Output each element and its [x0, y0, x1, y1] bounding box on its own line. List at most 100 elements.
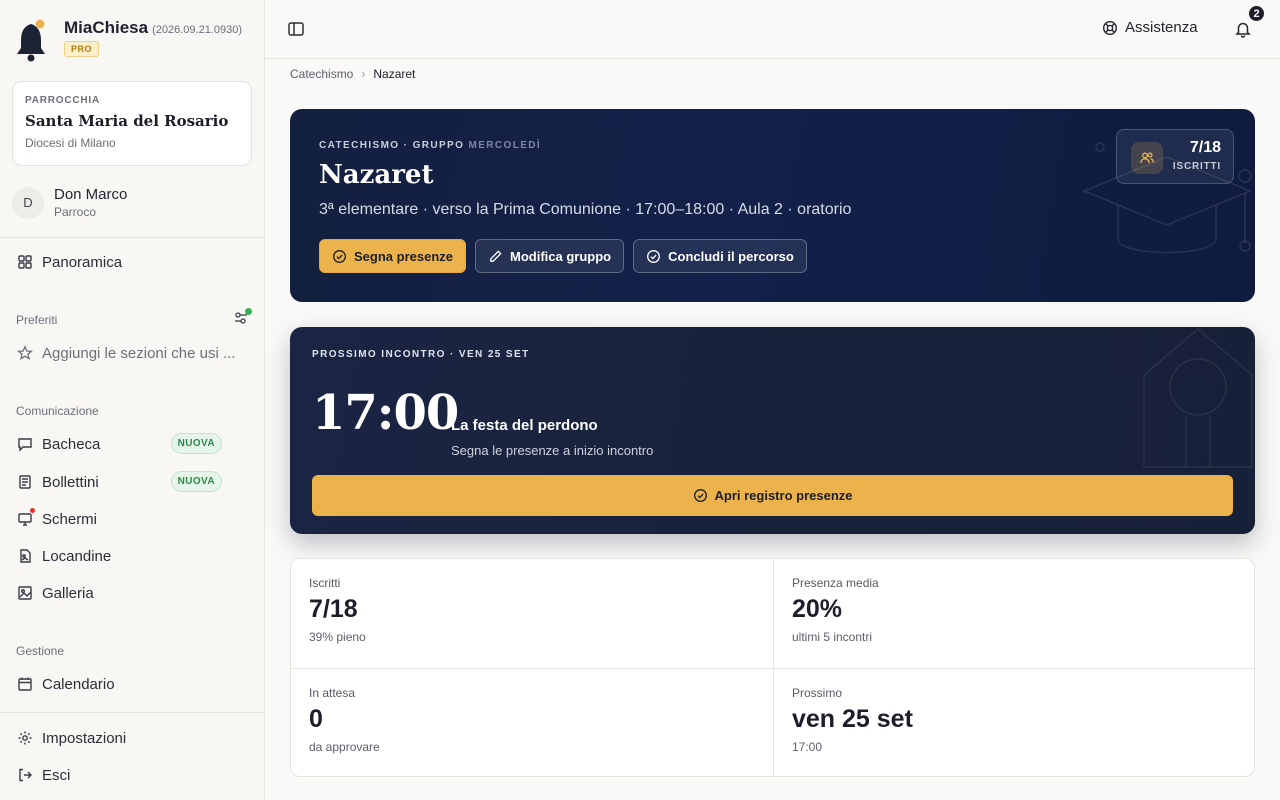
breadcrumb-current: Nazaret	[373, 67, 416, 81]
check-circle-icon	[693, 489, 707, 502]
user-profile[interactable]: D Don Marco Parroco	[12, 186, 127, 219]
next-meeting-subtitle: Segna le presenze a inizio incontro	[451, 443, 654, 458]
stat-value: 0	[309, 705, 323, 733]
favorites-heading: Preferiti	[16, 313, 58, 327]
new-badge: NUOVA	[170, 433, 222, 454]
monitor-icon	[16, 507, 36, 528]
sidebar-item-label: Panoramica	[42, 253, 123, 271]
breadcrumb-parent[interactable]: Catechismo	[290, 67, 353, 81]
message-icon	[16, 435, 34, 453]
stat-label: In attesa	[309, 686, 356, 700]
sidebar: MiaChiesa (2026.09.21.0930) PRO PARROCCHI…	[0, 0, 265, 800]
sidebar-divider	[0, 712, 264, 713]
newspaper-icon	[16, 473, 34, 491]
sidebar-item-label: Galleria	[42, 584, 94, 602]
calendar-icon	[16, 675, 34, 693]
finish-path-button[interactable]: Concludi il percorso	[633, 239, 807, 273]
button-label: Concludi il percorso	[668, 248, 794, 264]
stat-note: ultimi 5 incontri	[792, 630, 873, 644]
pencil-icon	[490, 249, 502, 262]
communication-heading: Comunicazione	[16, 404, 99, 418]
check-circle-icon	[647, 249, 661, 263]
logout-icon	[16, 766, 34, 784]
group-hero: CATECHISMO · GRUPPO MERCOLEDÌ Nazaret 3ª…	[290, 109, 1255, 302]
parish-card[interactable]: PARROCCHIA Santa Maria del Rosario Dioce…	[12, 81, 252, 166]
stat-note: da approvare	[309, 740, 380, 754]
parish-name: Santa Maria del Rosario	[25, 112, 229, 130]
favorites-add[interactable]: Aggiungi le sezioni che usi ...	[16, 341, 248, 365]
brand[interactable]: MiaChiesa (2026.09.21.0930) PRO	[14, 18, 242, 62]
users-icon	[1131, 142, 1163, 174]
enrolled-label: ISCRITTI	[1172, 161, 1221, 172]
sidebar-item-label: Bollettini	[42, 473, 99, 491]
group-title: Nazaret	[319, 160, 434, 190]
topbar: Assistenza 2	[265, 0, 1280, 59]
stat-value: ven 25 set	[792, 705, 913, 733]
status-dot	[245, 308, 252, 315]
sidebar-item-calendario[interactable]: Calendario	[16, 672, 248, 696]
sidebar-item-galleria[interactable]: Galleria	[16, 581, 248, 605]
gallery-icon	[16, 584, 34, 602]
sidebar-item-schermi[interactable]: Schermi	[16, 507, 248, 531]
open-attendance-register-button[interactable]: Apri registro presenze	[312, 475, 1233, 516]
sidebar-item-bacheca[interactable]: Bacheca NUOVA	[16, 432, 248, 456]
next-meeting-time: 17:00	[312, 385, 459, 441]
stat-next: Prossimo ven 25 set 17:00	[774, 669, 1254, 776]
stat-value: 20%	[792, 595, 843, 623]
parish-diocese: Diocesi di Milano	[25, 136, 116, 150]
sidebar-item-locandine[interactable]: Locandine	[16, 544, 248, 568]
user-name: Don Marco	[54, 186, 128, 203]
sidebar-item-label: Schermi	[42, 510, 98, 528]
sidebar-item-label: Impostazioni	[42, 729, 127, 747]
house-icon	[1143, 328, 1253, 468]
next-meeting-eyebrow: PROSSIMO INCONTRO · VEN 25 SET	[312, 349, 530, 360]
sidebar-item-overview[interactable]: Panoramica	[16, 250, 248, 274]
sidebar-item-logout[interactable]: Esci	[16, 763, 248, 787]
favorites-placeholder: Aggiungi le sezioni che usi ...	[42, 344, 236, 362]
button-label: Modifica gruppo	[510, 248, 612, 264]
edit-group-button[interactable]: Modifica gruppo	[475, 239, 625, 273]
help-label: Assistenza	[1125, 19, 1198, 36]
alert-dot	[29, 507, 36, 514]
sidebar-item-label: Locandine	[42, 547, 112, 565]
check-circle-icon	[333, 249, 346, 263]
stats-grid: Iscritti 7/18 39% pieno Presenza media 2…	[290, 558, 1255, 777]
stat-note: 17:00	[792, 740, 823, 754]
bell-icon[interactable]	[1234, 20, 1252, 38]
gear-icon	[16, 729, 34, 747]
avatar: D	[12, 186, 44, 219]
sidebar-item-bollettini[interactable]: Bollettini NUOVA	[16, 470, 248, 494]
button-label: Segna presenze	[354, 248, 453, 264]
user-role: Parroco	[54, 205, 97, 219]
hero-eyebrow: CATECHISMO · GRUPPO MERCOLEDÌ	[319, 140, 541, 151]
next-meeting-card: PROSSIMO INCONTRO · VEN 25 SET 17:00 La …	[290, 327, 1255, 534]
brand-name: MiaChiesa	[64, 18, 149, 37]
chevron-right-icon: ›	[361, 67, 366, 81]
stat-pending: In attesa 0 da approvare	[291, 669, 773, 776]
plan-badge: PRO	[64, 41, 100, 57]
sidebar-item-label: Esci	[42, 766, 71, 784]
brand-version: (2026.09.21.0930)	[152, 24, 243, 36]
star-icon	[16, 344, 34, 362]
bell-logo-icon	[14, 18, 52, 62]
management-heading: Gestione	[16, 644, 65, 658]
sidebar-item-label: Calendario	[42, 675, 115, 693]
hero-eyebrow-day: MERCOLEDÌ	[468, 140, 542, 151]
stat-label: Prossimo	[792, 686, 843, 700]
sidebar-item-settings[interactable]: Impostazioni	[16, 726, 248, 750]
stat-note: 39% pieno	[309, 630, 366, 644]
enrolled-summary: 7/18 ISCRITTI	[1116, 129, 1234, 184]
poster-icon	[16, 547, 34, 565]
stat-label: Presenza media	[792, 576, 879, 590]
help-button[interactable]: Assistenza	[1102, 19, 1198, 36]
sidebar-toggle-icon[interactable]	[287, 20, 305, 38]
stat-value: 7/18	[309, 595, 358, 623]
parish-eyebrow: PARROCCHIA	[25, 95, 101, 106]
enrolled-value: 7/18	[1189, 139, 1221, 156]
sidebar-item-label: Bacheca	[42, 435, 101, 453]
mark-attendance-button[interactable]: Segna presenze	[319, 239, 466, 273]
hero-eyebrow-text: CATECHISMO · GRUPPO	[319, 140, 465, 151]
sliders-icon[interactable]	[233, 308, 252, 328]
group-subtitle: 3ª elementare · verso la Prima Comunione…	[319, 201, 852, 218]
grid-icon	[16, 253, 34, 271]
